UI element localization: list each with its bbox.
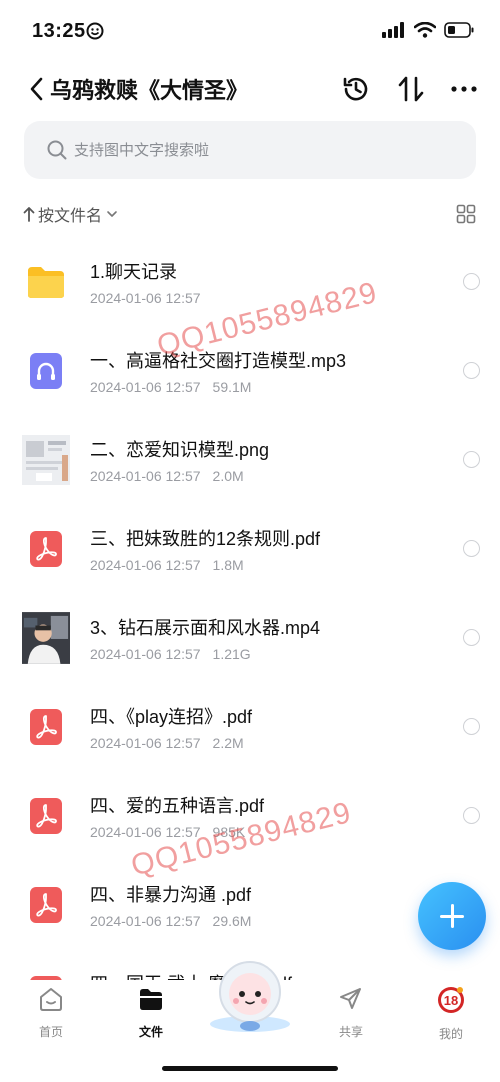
- select-radio[interactable]: [463, 273, 480, 290]
- file-date: 2024-01-06 12:57: [90, 379, 201, 395]
- file-date: 2024-01-06 12:57: [90, 824, 201, 840]
- file-row[interactable]: 一、高逼格社交圈打造模型.mp3 2024-01-06 12:57 59.1M: [0, 327, 500, 416]
- nav-bar: 乌鸦救赎《大情圣》: [0, 62, 500, 116]
- file-name: 三、把妹致胜的12条规则.pdf: [90, 529, 321, 549]
- search-input[interactable]: [74, 121, 454, 179]
- status-bar: 13:25: [0, 0, 500, 62]
- file-meta: 2024-01-06 12:57 2.0M: [90, 468, 244, 484]
- tab-share[interactable]: 共享: [311, 986, 391, 1040]
- folder-icon: [22, 252, 70, 312]
- page-title: 乌鸦救赎《大情圣》: [50, 78, 249, 103]
- file-name: 四、《play连招》.pdf: [90, 707, 253, 727]
- mascot-center-button[interactable]: [202, 954, 298, 1034]
- sort-arrows-icon[interactable]: [396, 74, 426, 104]
- chevron-down-icon: [107, 211, 117, 217]
- pdf-file-icon: [22, 875, 70, 935]
- sort-bar: 按文件名: [22, 200, 478, 228]
- audio-file-icon: [22, 341, 70, 401]
- avatar-badge-text: 18: [444, 993, 458, 1008]
- tab-profile[interactable]: 18 我的: [411, 986, 491, 1042]
- file-meta: 2024-01-06 12:57 59.1M: [90, 379, 251, 395]
- tab-label: 共享: [338, 1025, 363, 1039]
- share-icon: [340, 988, 361, 1009]
- file-size: 29.6M: [212, 913, 252, 929]
- tab-home[interactable]: 首页: [11, 986, 91, 1040]
- file-name: 一、高逼格社交圈打造模型.mp3: [90, 351, 347, 371]
- sort-by-name-button[interactable]: 按文件名: [22, 202, 120, 226]
- file-row[interactable]: 四、爱的五种语言.pdf 2024-01-06 12:57 985K: [0, 772, 500, 861]
- search-icon: [47, 140, 67, 160]
- file-date: 2024-01-06 12:57: [90, 468, 201, 484]
- battery-icon: [444, 22, 474, 38]
- select-radio[interactable]: [463, 451, 480, 468]
- file-size: 59.1M: [212, 379, 252, 395]
- select-radio[interactable]: [463, 807, 480, 824]
- file-size: 1.21G: [212, 646, 251, 662]
- file-name: 1.聊天记录: [90, 262, 178, 282]
- select-radio[interactable]: [463, 629, 480, 646]
- grid-view-icon[interactable]: [456, 204, 476, 224]
- file-meta: 2024-01-06 12:57 985K: [90, 824, 245, 840]
- file-list: 1.聊天记录 2024-01-06 12:57 一、高逼格社交圈打造模型.mp3…: [0, 238, 500, 980]
- profile-avatar-icon: 18: [438, 987, 464, 1013]
- pdf-file-icon: [22, 964, 70, 980]
- tab-label: 首页: [38, 1025, 63, 1039]
- file-name: 四、非暴力沟通 .pdf: [90, 885, 252, 905]
- file-date: 2024-01-06 12:57: [90, 646, 201, 662]
- status-time: 13:25: [32, 20, 86, 42]
- home-icon: [40, 988, 62, 1011]
- select-radio[interactable]: [463, 718, 480, 735]
- file-row[interactable]: 3、钻石展示面和风水器.mp4 2024-01-06 12:57 1.21G: [0, 594, 500, 683]
- image-thumbnail: [22, 430, 70, 490]
- select-radio[interactable]: [463, 362, 480, 379]
- file-row[interactable]: 四、《play连招》.pdf 2024-01-06 12:57 2.2M: [0, 683, 500, 772]
- file-meta: 2024-01-06 12:57 2.2M: [90, 735, 244, 751]
- pdf-file-icon: [22, 697, 70, 757]
- pdf-file-icon: [22, 519, 70, 579]
- video-thumbnail: [22, 608, 70, 668]
- file-size: 2.0M: [212, 468, 244, 484]
- sort-label: 按文件名: [38, 208, 103, 225]
- file-date: 2024-01-06 12:57: [90, 557, 201, 573]
- tab-label: 文件: [138, 1025, 163, 1039]
- home-indicator: [162, 1066, 338, 1071]
- file-date: 2024-01-06 12:57: [90, 290, 201, 306]
- file-row[interactable]: 1.聊天记录 2024-01-06 12:57: [0, 238, 500, 327]
- smiley-icon: [86, 22, 104, 40]
- file-name: 二、恋爱知识模型.png: [90, 440, 270, 460]
- tab-label: 我的: [438, 1027, 463, 1041]
- file-row[interactable]: 三、把妹致胜的12条规则.pdf 2024-01-06 12:57 1.8M: [0, 505, 500, 594]
- history-icon[interactable]: [341, 74, 371, 104]
- back-chevron-icon[interactable]: [24, 74, 52, 104]
- file-meta: 2024-01-06 12:57: [90, 290, 201, 306]
- file-date: 2024-01-06 12:57: [90, 735, 201, 751]
- tab-files[interactable]: 文件: [111, 986, 191, 1040]
- folder-icon: [140, 989, 162, 1010]
- file-meta: 2024-01-06 12:57 1.21G: [90, 646, 251, 662]
- arrow-up-icon: [23, 207, 35, 222]
- add-button[interactable]: [418, 882, 486, 950]
- file-size: 1.8M: [212, 557, 244, 573]
- more-options-icon[interactable]: [450, 74, 478, 104]
- file-row[interactable]: 二、恋爱知识模型.png 2024-01-06 12:57 2.0M: [0, 416, 500, 505]
- select-radio[interactable]: [463, 540, 480, 557]
- file-meta: 2024-01-06 12:57 1.8M: [90, 557, 244, 573]
- search-bar[interactable]: [24, 121, 476, 179]
- file-meta: 2024-01-06 12:57 29.6M: [90, 913, 251, 929]
- file-name: 四、爱的五种语言.pdf: [90, 796, 265, 816]
- file-date: 2024-01-06 12:57: [90, 913, 201, 929]
- file-name: 3、钻石展示面和风水器.mp4: [90, 618, 321, 638]
- wifi-icon: [414, 22, 436, 38]
- pdf-file-icon: [22, 786, 70, 846]
- cellular-signal-icon: [382, 22, 404, 38]
- file-size: 2.2M: [212, 735, 244, 751]
- file-size: 985K: [212, 824, 246, 840]
